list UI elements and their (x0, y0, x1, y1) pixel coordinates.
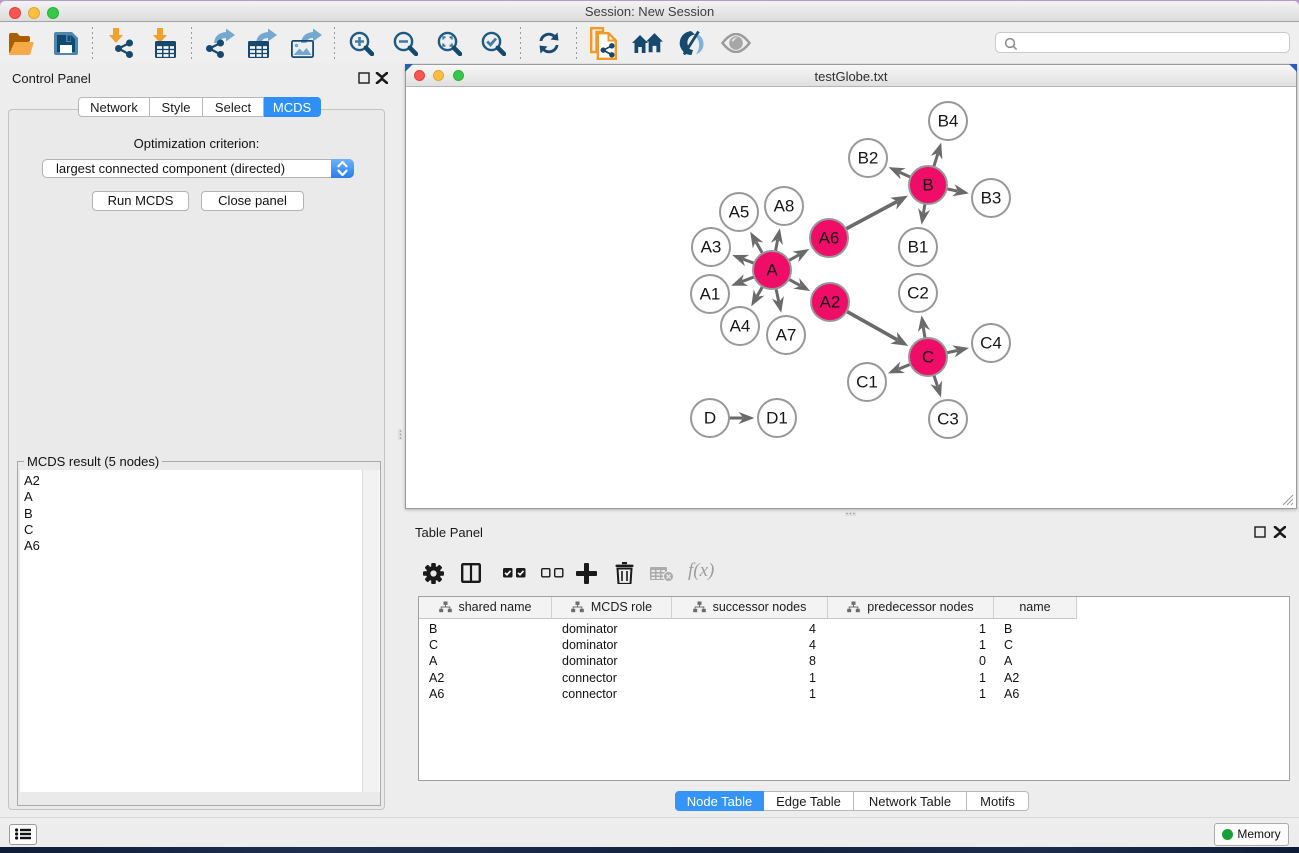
svg-text:A8: A8 (774, 197, 795, 216)
svg-text:A7: A7 (776, 326, 797, 345)
svg-text:C3: C3 (937, 410, 959, 429)
svg-text:D1: D1 (766, 409, 788, 428)
svg-text:A1: A1 (700, 285, 721, 304)
svg-text:D: D (704, 409, 716, 428)
svg-text:B3: B3 (981, 189, 1002, 208)
svg-text:A4: A4 (730, 317, 751, 336)
svg-text:A: A (766, 261, 778, 280)
svg-text:B: B (922, 176, 933, 195)
svg-text:C1: C1 (856, 373, 878, 392)
svg-text:B2: B2 (858, 149, 879, 168)
svg-text:B1: B1 (908, 238, 929, 257)
svg-text:C4: C4 (980, 334, 1002, 353)
svg-text:A3: A3 (701, 238, 722, 257)
svg-text:B4: B4 (938, 112, 959, 131)
svg-text:C2: C2 (907, 284, 929, 303)
svg-text:C: C (922, 348, 934, 367)
svg-text:A6: A6 (819, 229, 840, 248)
svg-text:A2: A2 (820, 293, 841, 312)
svg-text:A5: A5 (729, 203, 750, 222)
